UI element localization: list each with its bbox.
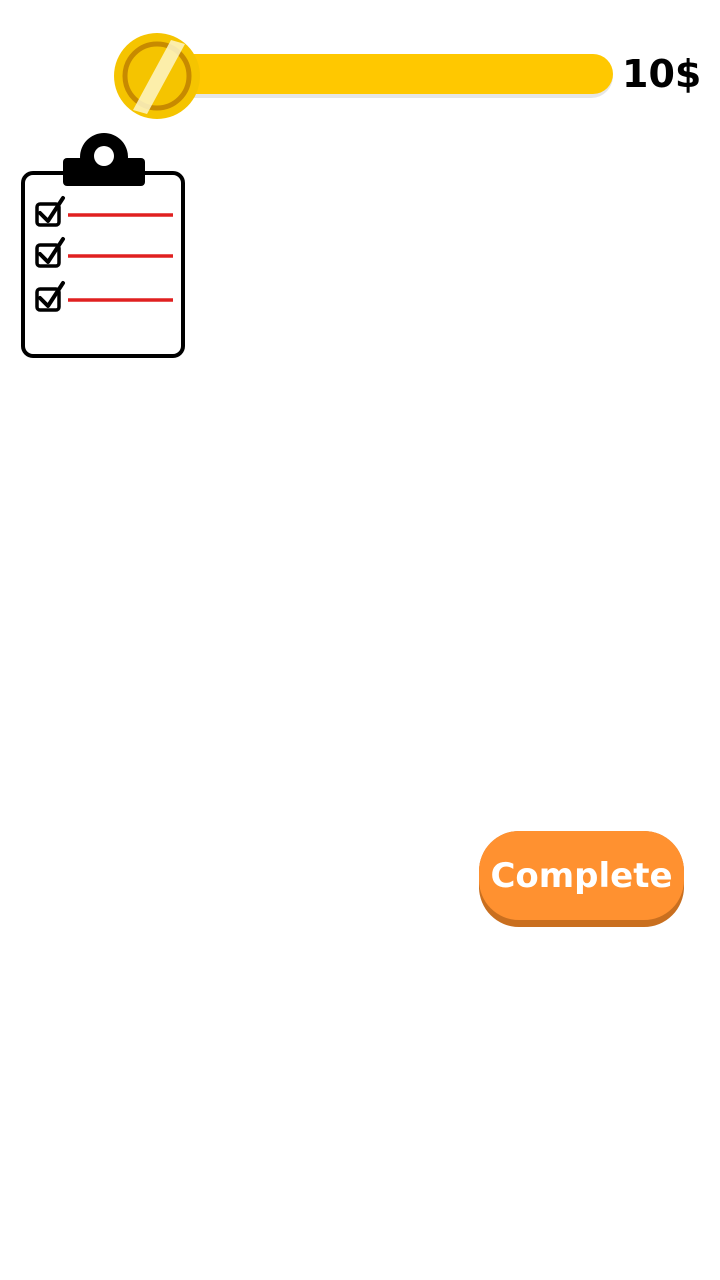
coin-amount: 10$ xyxy=(622,52,702,96)
coin-progress-track xyxy=(153,54,613,98)
clipboard-checklist-icon[interactable] xyxy=(20,130,188,360)
complete-button[interactable]: Complete xyxy=(479,831,684,927)
complete-button-face: Complete xyxy=(479,831,684,920)
coin-progress-bar: 10$ xyxy=(113,32,703,122)
coin-progress-fill xyxy=(153,54,613,94)
complete-button-label: Complete xyxy=(490,855,673,896)
clipboard-clip xyxy=(63,133,145,186)
coin-icon xyxy=(114,33,200,119)
